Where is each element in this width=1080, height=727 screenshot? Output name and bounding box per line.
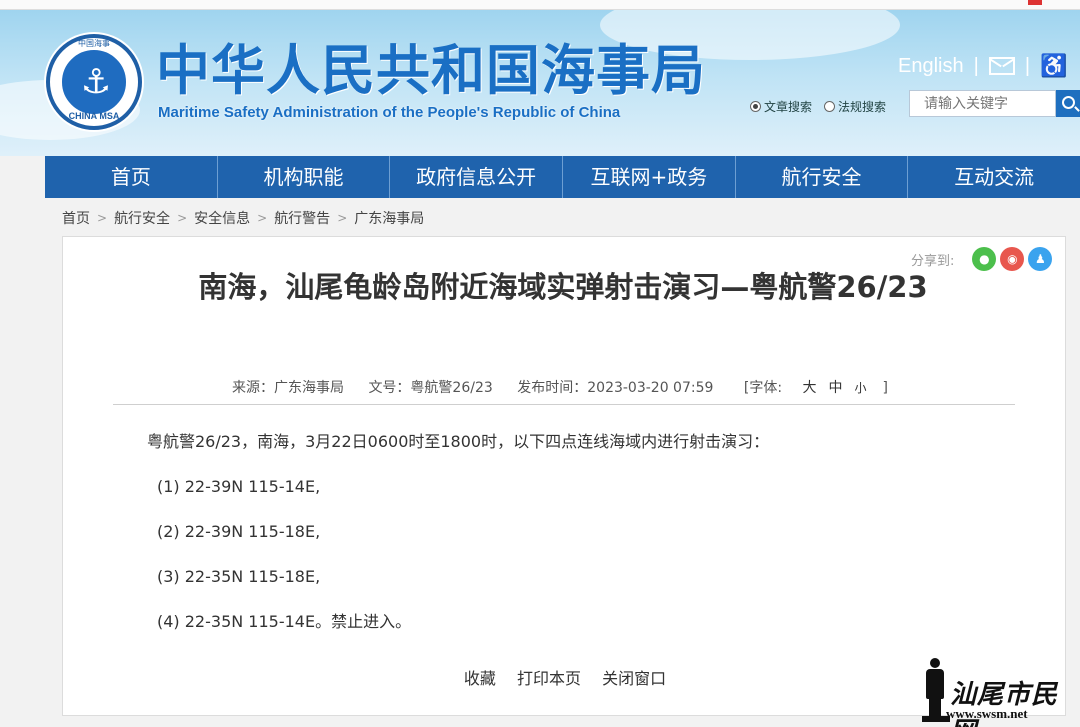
article-body: 粤航警26/23，南海，3月22日0600时至1800时，以下四点连线海域内进行… — [147, 431, 1007, 656]
search-option-regulations-label: 法规搜索 — [838, 100, 887, 114]
site-title: 中华人民共和国海事局 — [156, 39, 706, 102]
accessibility-icon[interactable]: ♿ — [1040, 53, 1067, 79]
breadcrumb-item[interactable]: 安全信息 — [194, 208, 250, 228]
search-input[interactable] — [909, 90, 1056, 117]
breadcrumb-item[interactable]: 首页 — [62, 208, 90, 228]
coordinate-point: (1) 22-39N 115-14E, — [157, 477, 321, 496]
font-size-close: ] — [882, 380, 888, 396]
breadcrumb-item[interactable]: 广东海事局 — [354, 208, 424, 228]
favorite-link[interactable]: 收藏 — [464, 669, 496, 688]
article-doc-number: 文号：粤航警26/23 — [368, 380, 493, 396]
link-separator: | — [1024, 54, 1031, 77]
watermark-url: www.swsm.net — [946, 706, 1028, 721]
article-card: 分享到: ● ◉ ♟ 南海，汕尾龟龄岛附近海域实弹射击演习—粤航警26/23 来… — [62, 236, 1066, 716]
nav-item-functions[interactable]: 机构职能 — [218, 156, 391, 198]
article-actions: 收藏 打印本页 关闭窗口 — [63, 665, 1067, 689]
article-lead: 粤航警26/23，南海，3月22日0600时至1800时，以下四点连线海域内进行… — [147, 432, 770, 451]
search-option-regulations[interactable]: 法规搜索 — [824, 98, 886, 115]
main-nav: 首页 机构职能 政府信息公开 互联网+政务 航行安全 互动交流 — [45, 156, 1080, 198]
chevron-right-icon: > — [177, 211, 188, 225]
qq-icon[interactable]: ♟ — [1028, 247, 1053, 271]
article-meta: 来源：广东海事局 文号：粤航警26/23 发布时间：2023-03-20 07:… — [63, 377, 1067, 397]
nav-item-internet-gov[interactable]: 互联网+政务 — [563, 156, 736, 198]
breadcrumb: 首页 > 航行安全 > 安全信息 > 航行警告 > 广东海事局 — [62, 208, 424, 228]
nav-item-nav-safety[interactable]: 航行安全 — [736, 156, 909, 198]
search-icon — [1062, 95, 1075, 109]
link-separator: | — [973, 54, 979, 77]
nav-item-gov-info[interactable]: 政府信息公开 — [390, 156, 564, 198]
site-header: 中国海事 ⚓ CHINA MSA 中华人民共和国海事局 Maritime Saf… — [0, 10, 1080, 156]
logo-emblem: ⚓ — [60, 48, 128, 116]
close-window-link[interactable]: 关闭窗口 — [602, 669, 666, 688]
coordinate-point: (2) 22-39N 115-18E, — [157, 522, 321, 541]
search-option-articles-label: 文章搜索 — [764, 100, 813, 114]
msa-logo[interactable]: 中国海事 ⚓ CHINA MSA — [46, 34, 142, 130]
browser-top-strip — [0, 0, 1080, 10]
watermark: 汕尾市民网 www.swsm.net — [918, 656, 1078, 727]
search-options: 文章搜索 法规搜索 — [750, 98, 898, 115]
logo-bottom-text: CHINA MSA — [68, 111, 120, 121]
chevron-right-icon: > — [257, 211, 268, 225]
font-size-control: [字体: 大中小] — [734, 380, 898, 396]
radio-selected-icon[interactable] — [750, 101, 761, 112]
site-subtitle: Maritime Safety Administration of the Pe… — [158, 104, 621, 121]
search-option-articles[interactable]: 文章搜索 — [750, 98, 812, 115]
search-button[interactable] — [1056, 90, 1080, 117]
article-title: 南海，汕尾龟龄岛附近海域实弹射击演习—粤航警26/23 — [198, 270, 928, 304]
mail-icon[interactable] — [988, 57, 1015, 75]
top-links: English | | ♿ — [898, 52, 1067, 80]
statue-icon — [922, 658, 950, 722]
article-source: 来源：广东海事局 — [231, 380, 344, 396]
chevron-right-icon: > — [337, 211, 348, 225]
chevron-right-icon: > — [97, 211, 108, 225]
wechat-icon[interactable]: ● — [972, 247, 997, 271]
coordinate-point: (3) 22-35N 115-18E, — [157, 567, 321, 586]
radio-unselected-icon[interactable] — [824, 101, 836, 112]
article-published-time: 发布时间：2023-03-20 07:59 — [517, 380, 714, 396]
divider — [113, 404, 1015, 405]
font-size-label: [字体: — [743, 380, 783, 396]
anchor-icon: ⚓ — [80, 62, 112, 102]
nav-item-home[interactable]: 首页 — [45, 156, 218, 198]
font-size-medium[interactable]: 中 — [829, 380, 843, 396]
corner-mark — [1028, 0, 1042, 5]
breadcrumb-item[interactable]: 航行警告 — [274, 208, 330, 228]
nav-item-interaction[interactable]: 互动交流 — [908, 156, 1080, 198]
font-size-small[interactable]: 小 — [855, 381, 867, 395]
weibo-icon[interactable]: ◉ — [1000, 247, 1025, 271]
font-size-large[interactable]: 大 — [803, 380, 817, 396]
english-link[interactable]: English — [898, 55, 964, 78]
coordinate-point: (4) 22-35N 115-14E。禁止进入。 — [157, 612, 412, 631]
breadcrumb-item[interactable]: 航行安全 — [114, 208, 170, 228]
print-link[interactable]: 打印本页 — [517, 669, 581, 688]
